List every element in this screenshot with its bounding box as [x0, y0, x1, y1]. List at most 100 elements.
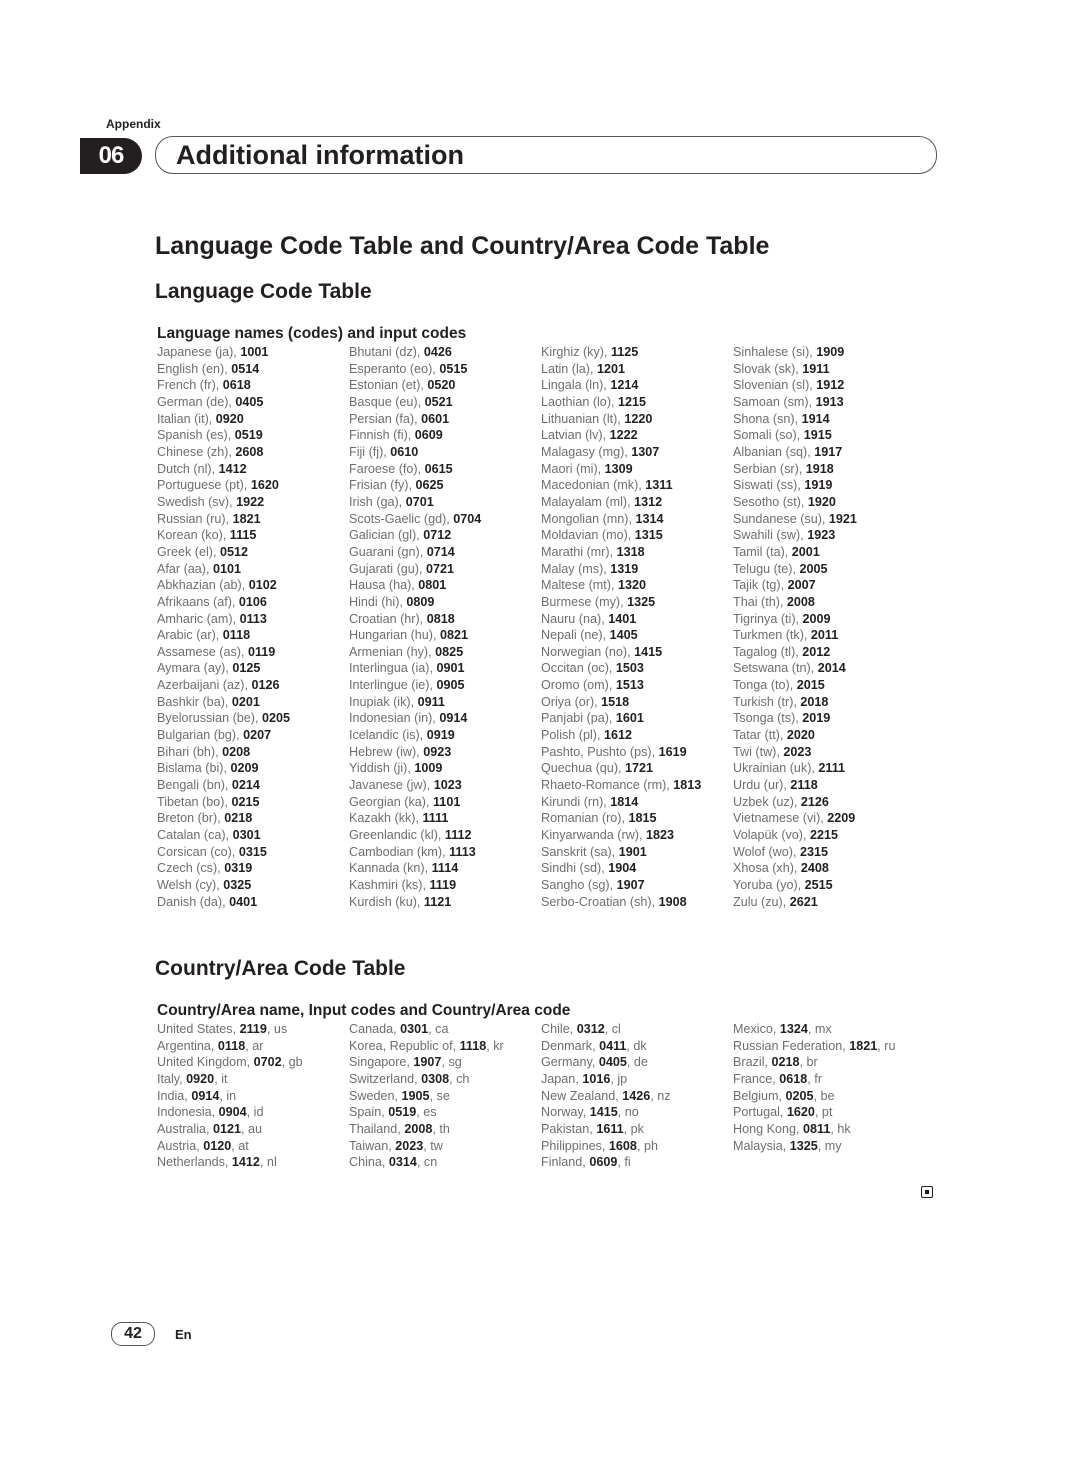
entry-code: 1319	[610, 561, 639, 576]
entry-name: Panjabi (pa),	[541, 711, 616, 726]
language-entry: Somali (so), 1915	[733, 427, 925, 444]
language-entry: Kirundi (rn), 1814	[541, 794, 733, 811]
country-entry: Malaysia, 1325, my	[733, 1138, 925, 1155]
language-entry: Faroese (fo), 0615	[349, 461, 541, 478]
entry-name: Japan,	[541, 1071, 583, 1086]
entry-code: 1518	[601, 694, 630, 709]
country-entry: Germany, 0405, de	[541, 1054, 733, 1071]
entry-name: Catalan (ca),	[157, 828, 233, 843]
entry-name: Bashkir (ba),	[157, 694, 232, 709]
entry-code: 0405	[235, 394, 264, 409]
entry-name: Breton (br),	[157, 811, 225, 826]
entry-name: Korean (ko),	[157, 528, 230, 543]
entry-code: 2001	[791, 544, 820, 559]
entry-abbreviation: , mx	[807, 1022, 832, 1036]
entry-name: Russian (ru),	[157, 511, 233, 526]
entry-name: Interlingua (ia),	[349, 661, 437, 676]
entry-code: 1620	[250, 478, 279, 493]
language-entry: Galician (gl), 0712	[349, 527, 541, 544]
entry-code: 1324	[779, 1022, 808, 1036]
entry-code: 0405	[598, 1055, 627, 1070]
entry-code: 2215	[810, 828, 839, 843]
entry-name: Fiji (fj),	[349, 444, 391, 459]
entry-code: 1814	[610, 794, 639, 809]
language-entry: Interlingue (ie), 0905	[349, 677, 541, 694]
entry-code: 0801	[418, 578, 447, 593]
entry-code: 0215	[231, 794, 260, 809]
entry-name: Spain,	[349, 1105, 389, 1120]
entry-name: Afrikaans (af),	[157, 594, 239, 609]
entry-abbreviation: , th	[432, 1121, 450, 1136]
entry-abbreviation: , at	[231, 1138, 249, 1153]
entry-code: 0218	[771, 1055, 800, 1070]
entry-abbreviation: , be	[813, 1088, 835, 1103]
entry-name: Pakistan,	[541, 1121, 597, 1136]
entry-code: 2018	[800, 694, 829, 709]
entry-name: Frisian (fy),	[349, 478, 416, 493]
language-entry: Lingala (ln), 1214	[541, 377, 733, 394]
language-entry: Volapük (vo), 2215	[733, 827, 925, 844]
language-entry: Javanese (jw), 1023	[349, 777, 541, 794]
entry-code: 1121	[423, 894, 452, 909]
country-entry: Austria, 0120, at	[157, 1138, 349, 1155]
language-entry: Telugu (te), 2005	[733, 561, 925, 578]
entry-code: 1907	[616, 878, 645, 892]
language-entry: Azerbaijani (az), 0126	[157, 677, 349, 694]
entry-code: 0118	[222, 628, 251, 643]
entry-code: 0106	[238, 594, 267, 609]
country-entry: United States, 2119, us	[157, 1021, 349, 1038]
entry-name: Basque (eu),	[349, 394, 425, 409]
entry-name: Rhaeto-Romance (rm),	[541, 778, 674, 793]
entry-abbreviation: , jp	[610, 1071, 628, 1086]
entry-name: Xhosa (xh),	[733, 861, 801, 876]
entry-name: Norwegian (no),	[541, 644, 635, 659]
entry-code: 0126	[251, 678, 280, 693]
entry-code: 0610	[390, 444, 419, 459]
entry-name: Finland,	[541, 1155, 590, 1170]
entry-code: 0914	[439, 711, 468, 726]
language-entry: Korean (ko), 1115	[157, 527, 349, 544]
entry-name: India,	[157, 1088, 192, 1103]
entry-name: Persian (fa),	[349, 411, 422, 426]
language-entry: Frisian (fy), 0625	[349, 477, 541, 494]
entry-code: 0113	[239, 611, 267, 626]
entry-code: 0914	[191, 1088, 220, 1103]
entry-name: Tigrinya (ti),	[733, 611, 803, 626]
entry-name: Sesotho (st),	[733, 494, 808, 509]
entry-abbreviation: , hk	[830, 1121, 851, 1136]
language-entry: Moldavian (mo), 1315	[541, 527, 733, 544]
entry-code: 1220	[624, 411, 653, 426]
entry-code: 1412	[231, 1155, 260, 1170]
entry-name: Guarani (gn),	[349, 544, 427, 559]
entry-name: Moldavian (mo),	[541, 528, 635, 543]
entry-name: Marathi (mr),	[541, 544, 617, 559]
entry-name: China,	[349, 1155, 389, 1170]
entry-code: 1821	[232, 511, 261, 526]
entry-name: Bihari (bh),	[157, 744, 223, 759]
entry-name: Kinyarwanda (rw),	[541, 828, 646, 843]
language-entry: Macedonian (mk), 1311	[541, 477, 733, 494]
entry-abbreviation: , my	[817, 1138, 842, 1153]
entry-code: 0920	[186, 1071, 215, 1086]
entry-code: 2408	[800, 861, 829, 876]
language-entry: Twi (tw), 2023	[733, 744, 925, 761]
country-entry-column: Chile, 0312, cl Denmark, 0411, dk Germany,…	[541, 1021, 733, 1171]
language-entry: Tibetan (bo), 0215	[157, 794, 349, 811]
language-entry: Greenlandic (kl), 1112	[349, 827, 541, 844]
entry-code: 1307	[631, 444, 660, 459]
language-entry: Malayalam (ml), 1312	[541, 494, 733, 511]
language-entry-column: Japanese (ja), 1001 English (en), 0514 Fre…	[157, 344, 349, 910]
country-entry: Thailand, 2008, th	[349, 1121, 541, 1138]
entry-abbreviation: , au	[241, 1121, 263, 1136]
country-entry: New Zealand, 1426, nz	[541, 1088, 733, 1105]
entry-code: 1503	[615, 661, 644, 676]
entry-name: German (de),	[157, 394, 236, 409]
language-entry: Czech (cs), 0319	[157, 860, 349, 877]
language-entry: Fiji (fj), 0610	[349, 444, 541, 461]
entry-code: 0208	[222, 744, 251, 759]
entry-name: Canada,	[349, 1022, 401, 1036]
language-entry: Wolof (wo), 2315	[733, 844, 925, 861]
language-entry: Dutch (nl), 1412	[157, 461, 349, 478]
country-entry: Taiwan, 2023, tw	[349, 1138, 541, 1155]
entry-name: Cambodian (km),	[349, 844, 450, 859]
